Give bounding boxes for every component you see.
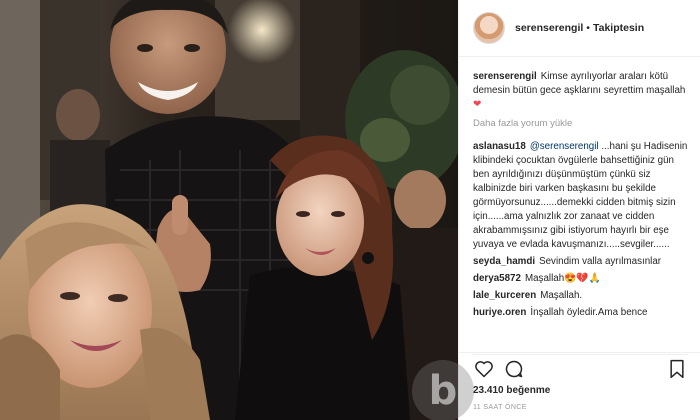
author-username[interactable]: serenserengil	[515, 22, 583, 34]
comment-item: lale_kurceren Maşallah.	[473, 289, 688, 303]
comment-username[interactable]: lale_kurceren	[473, 290, 536, 301]
comment-text: Maşallah.	[540, 290, 583, 301]
bookmark-icon[interactable]	[666, 358, 688, 380]
comment-text: Sevindim valla ayrılmasınlar	[539, 256, 662, 267]
comment-username[interactable]: derya5872	[473, 273, 521, 284]
actions-divider	[459, 352, 700, 353]
likes-count[interactable]: 23.410 beğenme	[473, 385, 550, 396]
comment-mention[interactable]: @serenserengil	[530, 141, 599, 152]
caption-username[interactable]: serenserengil	[473, 71, 537, 82]
comment-item: huriye.oren İnşallah öyledir.Ama bence	[473, 306, 688, 320]
header-separator: •	[586, 22, 590, 34]
comment-text: İnşallah öyledir.Ama bence	[530, 307, 648, 318]
load-more-comments[interactable]: Daha fazla yorum yükle	[473, 117, 688, 131]
comment-username[interactable]: seyda_hamdi	[473, 256, 535, 267]
comment-text: ...hani şu Hadisenin klibindeki çocuktan…	[473, 141, 688, 250]
watermark-logo: b	[412, 360, 474, 420]
comment-icon[interactable]	[503, 358, 525, 380]
post-photo[interactable]	[0, 0, 458, 420]
comment-item: seyda_hamdi Sevindim valla ayrılmasınlar	[473, 255, 688, 269]
heart-emoji: ❤	[473, 99, 482, 110]
avatar[interactable]	[473, 12, 505, 44]
heart-icon[interactable]	[473, 358, 495, 380]
action-bar	[473, 354, 688, 380]
post-side-panel: serenserengil • Takiptesin serenserengil…	[458, 0, 700, 420]
comments-list[interactable]: serenserengil Kimse ayrılıyorlar araları …	[459, 58, 700, 334]
comment-item: aslanasu18 @serenserengil ...hani şu Hadi…	[473, 140, 688, 252]
caption: serenserengil Kimse ayrılıyorlar araları …	[473, 70, 688, 112]
comment-username[interactable]: aslanasu18	[473, 141, 526, 152]
post-header: serenserengil • Takiptesin	[459, 0, 700, 57]
follow-status[interactable]: Takiptesin	[593, 22, 644, 34]
comment-username[interactable]: huriye.oren	[473, 307, 526, 318]
comment-text: Maşallah😍💔🙏	[524, 273, 601, 284]
post-timestamp: 11 SAAT ÖNCE	[473, 404, 527, 411]
post-image	[0, 0, 458, 420]
comment-item: derya5872 Maşallah😍💔🙏	[473, 272, 688, 286]
